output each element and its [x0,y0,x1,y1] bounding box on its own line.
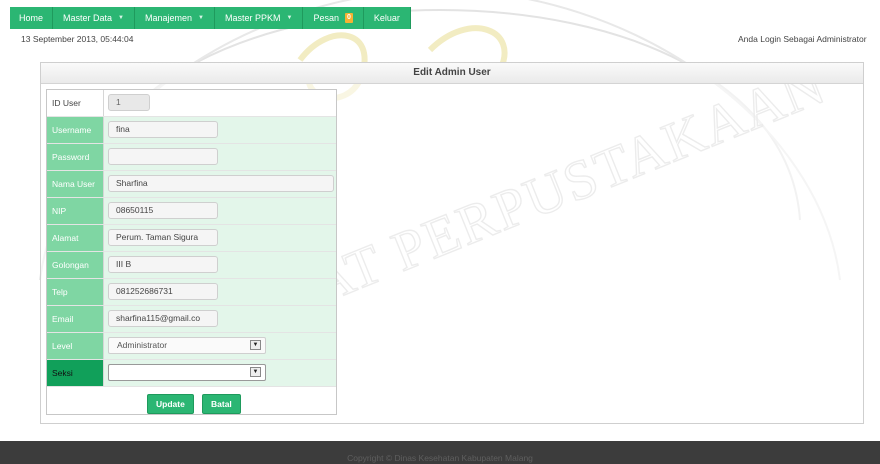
nav-manajemen-label: Manajemen [145,13,193,23]
password-cell [104,144,336,170]
telp-field[interactable]: 081252686731 [108,283,218,300]
nav-master-ppkm-label: Master PPKM [224,13,281,23]
level-cell: Administrator ▼ [104,333,336,359]
form-row-username: Username fina [47,117,336,144]
nav-manajemen[interactable]: Manajemen ▼ [135,7,215,29]
nav-pesan[interactable]: Pesan 0 [303,7,364,29]
nama-user-cell: Sharfina [104,171,336,197]
id-user-field: 1 [108,94,150,111]
alamat-cell: Perum. Taman Sigura [104,225,336,251]
email-cell: sharfina115@gmail.co [104,306,336,332]
login-status: Anda Login Sebagai Administrator [738,34,867,44]
form-row-email: Email sharfina115@gmail.co [47,306,336,333]
nav-keluar-label: Keluar [373,13,400,23]
nip-label: NIP [47,198,104,224]
telp-cell: 081252686731 [104,279,336,305]
golongan-field[interactable]: III B [108,256,218,273]
nav-home[interactable]: Home [10,7,54,29]
username-label: Username [47,117,104,143]
caret-down-icon: ▼ [118,15,124,21]
form-row-golongan: Golongan III B [47,252,336,279]
nav-pesan-label: Pesan [313,13,339,23]
alamat-field[interactable]: Perum. Taman Sigura [108,229,218,246]
caret-down-icon: ▼ [198,15,204,21]
golongan-label: Golongan [47,252,104,278]
level-select-value: Administrator [117,340,168,350]
alamat-label: Alamat [47,225,104,251]
footer: Copyright © Dinas Kesehatan Kabupaten Ma… [0,441,880,464]
update-button[interactable]: Update [147,394,194,414]
edit-admin-form: ID User 1 Username fina Password Nama Us… [46,89,337,415]
caret-down-icon: ▼ [286,15,293,21]
message-count-badge: 0 [344,13,353,23]
chevron-down-icon: ▼ [250,340,261,350]
form-row-password: Password [47,144,336,171]
email-label: Email [47,306,104,332]
password-label: Password [47,144,104,170]
nav-master-data-label: Master Data [63,13,113,23]
footer-copyright: Copyright © Dinas Kesehatan Kabupaten Ma… [347,453,533,463]
form-row-alamat: Alamat Perum. Taman Sigura [47,225,336,252]
seksi-cell: ▼ [104,360,336,386]
username-cell: fina [104,117,336,143]
telp-label: Telp [47,279,104,305]
nama-user-field[interactable]: Sharfina [108,175,334,192]
form-row-id-user: ID User 1 [47,90,336,117]
nav-master-ppkm[interactable]: Master PPKM ▼ [214,7,304,29]
form-row-telp: Telp 081252686731 [47,279,336,306]
form-row-nip: NIP 08650115 [47,198,336,225]
edit-admin-panel: Edit Admin User ID User 1 Username fina … [40,62,864,424]
cancel-button[interactable]: Batal [202,394,241,414]
form-row-nama-user: Nama User Sharfina [47,171,336,198]
nama-user-label: Nama User [47,171,104,197]
form-row-level: Level Administrator ▼ [47,333,336,360]
nip-field[interactable]: 08650115 [108,202,218,219]
id-user-cell: 1 [104,90,336,116]
nav-keluar[interactable]: Keluar [363,7,411,29]
form-actions: Update Batal [47,390,336,414]
password-field[interactable] [108,148,218,165]
panel-title: Edit Admin User [41,63,863,84]
chevron-down-icon: ▼ [250,367,261,377]
form-row-seksi: Seksi ▼ [47,360,336,387]
current-datetime: 13 September 2013, 05:44:04 [21,34,134,44]
seksi-label: Seksi [47,360,104,386]
nip-cell: 08650115 [104,198,336,224]
golongan-cell: III B [104,252,336,278]
username-field[interactable]: fina [108,121,218,138]
seksi-select[interactable]: ▼ [108,364,266,381]
id-user-label: ID User [47,90,104,116]
level-label: Level [47,333,104,359]
nav-master-data[interactable]: Master Data ▼ [53,7,135,29]
level-select[interactable]: Administrator ▼ [108,337,266,354]
top-navbar: Home Master Data ▼ Manajemen ▼ Master PPKM… [10,7,411,29]
email-field[interactable]: sharfina115@gmail.co [108,310,218,327]
nav-home-label: Home [19,13,44,23]
